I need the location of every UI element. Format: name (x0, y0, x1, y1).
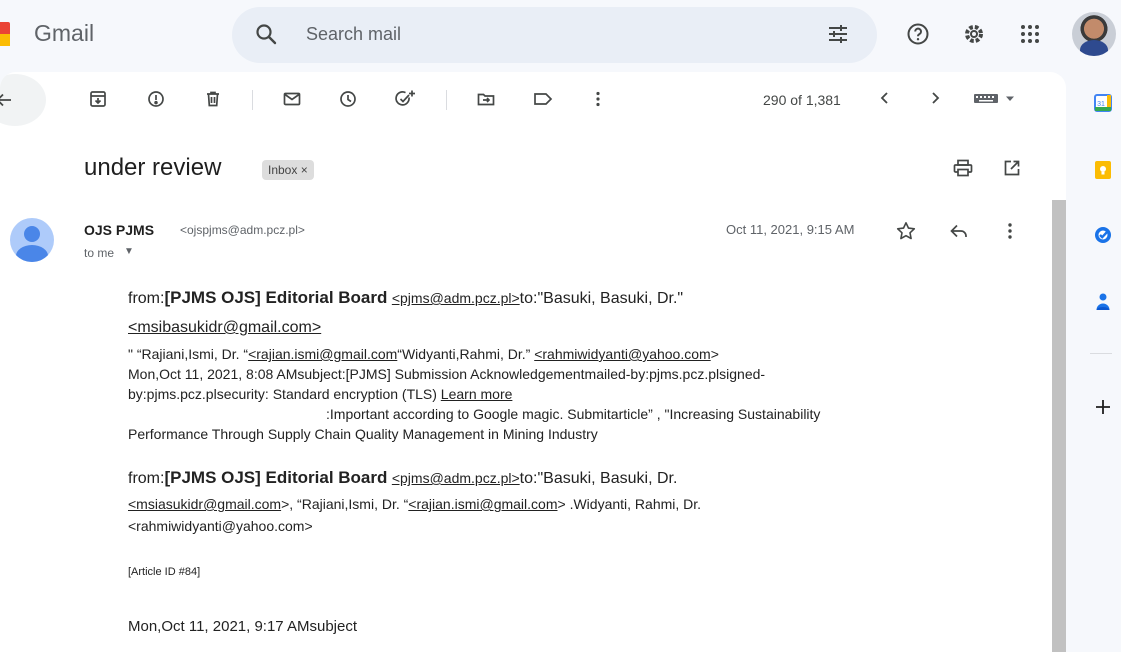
body-final-line: Mon,Oct 11, 2021, 9:17 AMsubject (128, 618, 358, 635)
gear-icon[interactable] (962, 22, 986, 46)
top-bar: Gmail (0, 0, 1121, 70)
body-line: from:[PJMS OJS] Editorial Board <pjms@ad… (128, 285, 948, 312)
gmail-logo-icon[interactable] (0, 22, 10, 46)
body-line: <rahmiwidyanti@yahoo.com> (128, 518, 313, 534)
print-icon[interactable] (952, 158, 974, 178)
arrow-back-icon (0, 90, 14, 115)
learn-more-link[interactable]: Learn more (441, 386, 513, 402)
from-email-link[interactable]: <pjms@adm.pcz.pl> (392, 470, 520, 486)
account-avatar[interactable] (1072, 12, 1116, 56)
body-line: :Important according to Google magic. Su… (326, 406, 821, 422)
sender-name[interactable]: OJS PJMS (84, 222, 154, 238)
from-email-link[interactable]: <pjms@adm.pcz.pl> (392, 290, 520, 306)
message-body-paragraph-1: from:[PJMS OJS] Editorial Board <pjms@ad… (128, 285, 948, 444)
delete-icon[interactable] (203, 89, 223, 109)
from-label: from: (128, 470, 165, 487)
body-text: > (710, 346, 719, 362)
search-input[interactable] (306, 20, 806, 48)
to-text: to:"Basuki, Basuki, Dr." (519, 290, 684, 307)
back-button[interactable] (0, 74, 46, 126)
scrollbar-thumb[interactable] (1052, 200, 1066, 652)
message-date: Oct 11, 2021, 9:15 AM (726, 222, 855, 237)
input-tools-icon[interactable] (972, 89, 1018, 107)
body-text: > .Widyanti, Rahmi, Dr. (557, 496, 702, 512)
body-text: by:pjms.pcz.plsecurity: Standard encrypt… (128, 386, 441, 402)
sender-email: <ojspjms@adm.pcz.pl> (180, 223, 305, 237)
apps-grid-icon[interactable] (1018, 22, 1042, 46)
report-spam-icon[interactable] (146, 89, 166, 109)
body-line: by:pjms.pcz.plsecurity: Standard encrypt… (128, 384, 948, 404)
add-icon[interactable] (1094, 398, 1112, 421)
chevron-left-icon[interactable] (876, 89, 894, 107)
body-line: <msibasukidr@gmail.com> (128, 312, 948, 344)
email-link[interactable]: <rahmiwidyanti@yahoo.com (534, 346, 710, 362)
label-icon[interactable] (532, 89, 554, 109)
toolbar-divider (446, 90, 447, 110)
more-vert-icon[interactable] (1000, 220, 1020, 242)
tasks-icon[interactable] (1094, 226, 1112, 249)
body-text: " “Rajiani,Ismi, Dr. “ (128, 346, 249, 362)
body-line: Performance Through Supply Chain Quality… (128, 426, 598, 442)
calendar-icon[interactable]: 31 (1094, 94, 1112, 117)
body-line: <msiasukidr@gmail.com>, “Rajiani,Ismi, D… (128, 492, 948, 516)
email-link[interactable]: <rajian.ismi@gmail.com (408, 496, 557, 512)
mark-unread-icon[interactable] (282, 89, 302, 109)
archive-icon[interactable] (88, 89, 108, 109)
sender-avatar[interactable] (10, 218, 54, 262)
toolbar-divider (252, 90, 253, 110)
body-line: from:[PJMS OJS] Editorial Board <pjms@ad… (128, 465, 948, 492)
to-text: to:"Basuki, Basuki, Dr. (519, 470, 678, 487)
app-name[interactable]: Gmail (34, 20, 94, 47)
search-icon[interactable] (254, 22, 278, 46)
calendar-day: 31 (1097, 101, 1105, 108)
reply-icon[interactable] (948, 220, 970, 242)
recipient-summary[interactable]: to me (84, 246, 114, 260)
chevron-right-icon[interactable] (926, 89, 944, 107)
body-line: Mon,Oct 11, 2021, 8:08 AMsubject:[PJMS] … (128, 366, 766, 382)
from-name: [PJMS OJS] Editorial Board (164, 288, 388, 307)
snooze-icon[interactable] (338, 89, 358, 109)
keep-icon[interactable] (1094, 160, 1112, 185)
more-vert-icon[interactable] (588, 89, 608, 109)
inbox-label-chip[interactable]: Inbox × (262, 160, 314, 180)
contacts-icon[interactable] (1094, 292, 1112, 317)
body-line: " “Rajiani,Ismi, Dr. “<rajian.ismi@gmail… (128, 344, 948, 364)
email-link[interactable]: <rajian.ismi@gmail.com (248, 346, 397, 362)
open-in-new-window-icon[interactable] (1002, 158, 1022, 178)
from-label: from: (128, 290, 165, 307)
from-name: [PJMS OJS] Editorial Board (164, 468, 388, 487)
move-to-icon[interactable] (476, 89, 496, 109)
message-body-paragraph-2: from:[PJMS OJS] Editorial Board <pjms@ad… (128, 465, 948, 536)
caret-down-icon[interactable]: ▼ (124, 246, 134, 257)
star-icon[interactable] (895, 220, 917, 242)
side-panel-rail: 31 (1080, 80, 1121, 652)
body-text: “Widyanti,Rahmi, Dr.” (397, 346, 535, 362)
to-email-link[interactable]: <msibasukidr@gmail.com> (128, 319, 321, 336)
search-options-icon[interactable] (826, 22, 850, 46)
email-link[interactable]: <msiasukidr@gmail.com (128, 496, 281, 512)
article-id: [Article ID #84] (128, 566, 201, 578)
message-view: 290 of 1,381 under review Inbox × OJS PJ… (0, 72, 1066, 652)
body-text: >, “Rajiani,Ismi, Dr. “ (281, 496, 409, 512)
thread-subject: under review (84, 154, 222, 181)
help-icon[interactable] (906, 22, 930, 46)
add-task-icon[interactable] (394, 89, 416, 109)
rail-divider (1090, 353, 1112, 354)
pager-count: 290 of 1,381 (763, 92, 841, 108)
